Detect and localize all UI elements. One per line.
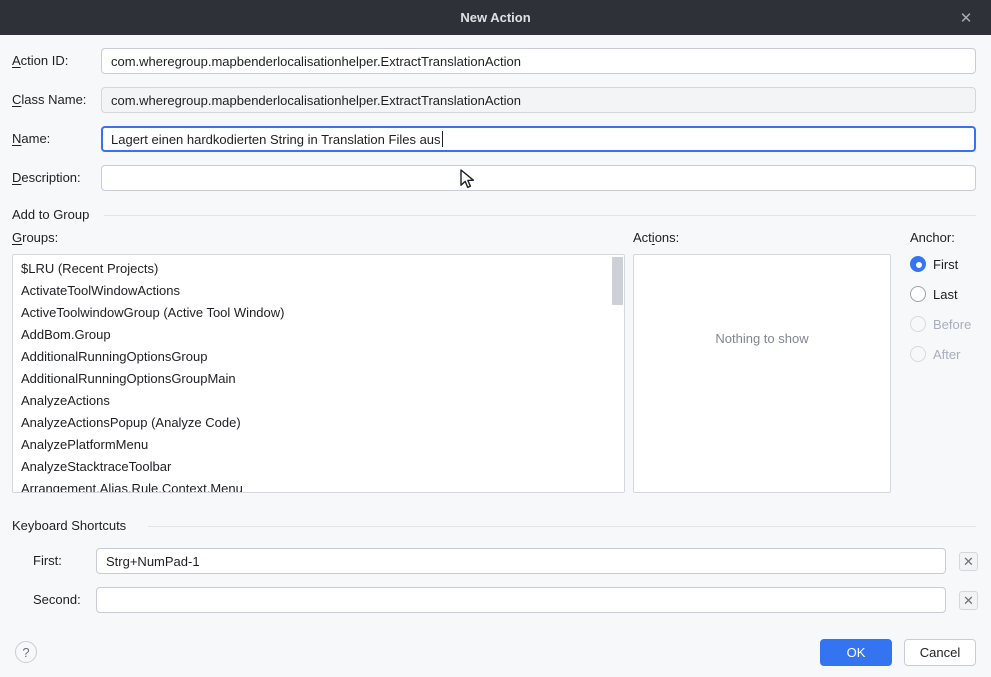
action-id-input[interactable]: com.wheregroup.mapbenderlocalisationhelp…	[101, 48, 976, 74]
list-item[interactable]: AddBom.Group	[13, 324, 624, 346]
radio-icon	[910, 286, 926, 302]
anchor-label: Anchor:	[910, 228, 955, 248]
add-to-group-divider	[104, 215, 976, 216]
close-icon[interactable]: ✕	[949, 0, 983, 35]
list-item[interactable]: ActiveToolwindowGroup (Active Tool Windo…	[13, 302, 624, 324]
name-label: Name:	[12, 126, 50, 152]
shortcut-second-label: Second:	[33, 587, 81, 613]
groups-list-scrollbar[interactable]	[612, 257, 623, 305]
list-item[interactable]: Arrangement.Alias.Rule.Context.Menu	[13, 478, 624, 493]
groups-list[interactable]: $LRU (Recent Projects) ActivateToolWindo…	[12, 254, 625, 493]
description-input[interactable]	[101, 165, 976, 191]
clear-first-shortcut-icon[interactable]: ✕	[959, 552, 978, 571]
class-name-label: Class Name:	[12, 87, 86, 113]
actions-empty-text: Nothing to show	[634, 331, 890, 346]
cancel-button[interactable]: Cancel	[904, 639, 976, 666]
shortcut-second-input[interactable]	[96, 587, 946, 613]
list-item[interactable]: AnalyzeActions	[13, 390, 624, 412]
shortcut-first-input[interactable]: Strg+NumPad-1	[96, 548, 946, 574]
list-item[interactable]: AdditionalRunningOptionsGroupMain	[13, 368, 624, 390]
description-label: Description:	[12, 165, 81, 191]
dialog-title: New Action	[460, 10, 530, 25]
list-item[interactable]: AnalyzeStacktraceToolbar	[13, 456, 624, 478]
anchor-radio-before: Before	[910, 316, 971, 332]
radio-label: Last	[933, 287, 958, 302]
class-name-input: com.wheregroup.mapbenderlocalisationhelp…	[101, 87, 976, 113]
action-id-label: Action ID:	[12, 48, 68, 74]
anchor-radio-first[interactable]: First	[910, 256, 958, 272]
list-item[interactable]: $LRU (Recent Projects)	[13, 258, 624, 280]
shortcut-first-label: First:	[33, 548, 62, 574]
clear-second-shortcut-icon[interactable]: ✕	[959, 591, 978, 610]
help-button[interactable]: ?	[15, 641, 37, 663]
list-item[interactable]: AdditionalRunningOptionsGroup	[13, 346, 624, 368]
groups-label: Groups:	[12, 228, 58, 248]
text-caret	[442, 131, 443, 147]
list-item[interactable]: AnalyzeActionsPopup (Analyze Code)	[13, 412, 624, 434]
anchor-radio-last[interactable]: Last	[910, 286, 958, 302]
shortcut-first-value: Strg+NumPad-1	[106, 554, 200, 569]
ok-button[interactable]: OK	[820, 639, 892, 666]
radio-icon	[910, 316, 926, 332]
keyboard-shortcuts-section-title: Keyboard Shortcuts	[12, 519, 126, 533]
keyboard-shortcuts-divider	[148, 526, 976, 527]
radio-icon	[910, 256, 926, 272]
dialog-title-bar: New Action ✕	[0, 0, 991, 35]
action-id-value: com.wheregroup.mapbenderlocalisationhelp…	[111, 54, 521, 69]
anchor-radio-after: After	[910, 346, 960, 362]
radio-label: Before	[933, 317, 971, 332]
actions-label: Actions:	[633, 228, 679, 248]
radio-label: After	[933, 347, 960, 362]
list-item[interactable]: ActivateToolWindowActions	[13, 280, 624, 302]
class-name-value: com.wheregroup.mapbenderlocalisationhelp…	[111, 93, 521, 108]
name-value: Lagert einen hardkodierten String in Tra…	[111, 132, 441, 147]
actions-panel: Nothing to show	[633, 254, 891, 493]
radio-label: First	[933, 257, 958, 272]
name-input[interactable]: Lagert einen hardkodierten String in Tra…	[101, 126, 976, 152]
list-item[interactable]: AnalyzePlatformMenu	[13, 434, 624, 456]
radio-icon	[910, 346, 926, 362]
add-to-group-section-title: Add to Group	[12, 208, 89, 222]
